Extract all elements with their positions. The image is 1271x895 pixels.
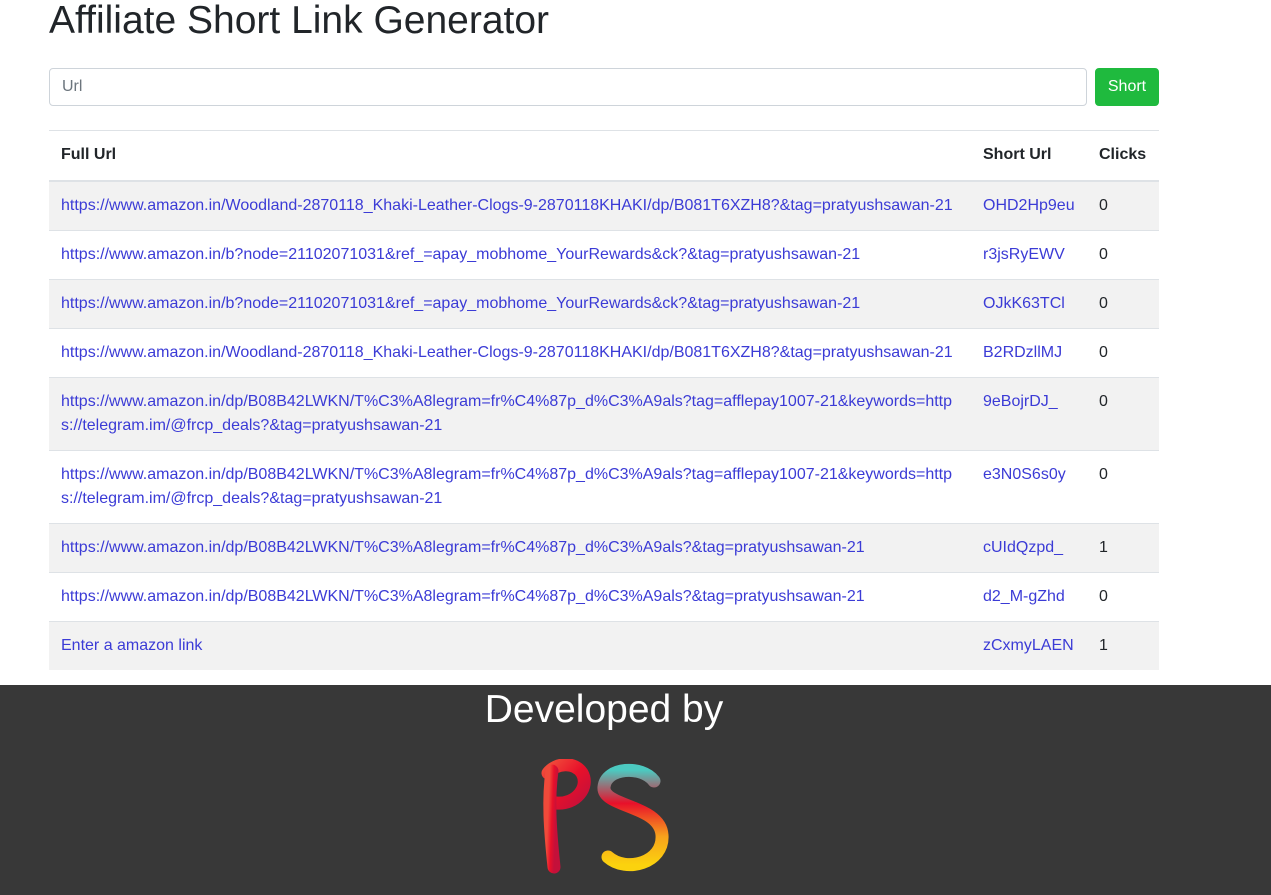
table-row: https://www.amazon.in/b?node=21102071031… [49,278,1159,328]
short-url-link[interactable]: 9eBojrDJ_ [983,393,1058,410]
clicks-count: 0 [1087,229,1159,279]
ps-logo [541,759,669,874]
header-full-url: Full Url [49,130,971,182]
full-url-link[interactable]: https://www.amazon.in/Woodland-2870118_K… [61,344,953,361]
footer: Developed by [0,685,1271,895]
short-url-link[interactable]: OJkK63TCl [983,295,1065,312]
shorten-form: Short [49,68,1159,106]
full-url-link[interactable]: Enter a amazon link [61,637,202,654]
table-row: https://www.amazon.in/b?node=21102071031… [49,229,1159,279]
full-url-link[interactable]: https://www.amazon.in/dp/B08B42LWKN/T%C3… [61,393,952,434]
short-button[interactable]: Short [1095,68,1159,106]
developed-by-text: Developed by [484,688,724,731]
table-header-row: Full Url Short Url Clicks [49,130,1159,182]
full-url-link[interactable]: https://www.amazon.in/dp/B08B42LWKN/T%C3… [61,466,952,507]
table-row: https://www.amazon.in/dp/B08B42LWKN/T%C3… [49,449,1159,523]
clicks-count: 0 [1087,327,1159,377]
clicks-count: 1 [1087,522,1159,572]
short-url-link[interactable]: r3jsRyEWV [983,246,1065,263]
full-url-link[interactable]: https://www.amazon.in/dp/B08B42LWKN/T%C3… [61,539,865,556]
header-clicks: Clicks [1087,130,1159,182]
table-row: https://www.amazon.in/Woodland-2870118_K… [49,180,1159,230]
full-url-link[interactable]: https://www.amazon.in/b?node=21102071031… [61,295,860,312]
short-url-link[interactable]: zCxmyLAEN [983,637,1074,654]
full-url-link[interactable]: https://www.amazon.in/dp/B08B42LWKN/T%C3… [61,588,865,605]
table-row: https://www.amazon.in/dp/B08B42LWKN/T%C3… [49,571,1159,621]
url-input[interactable] [49,68,1087,106]
clicks-count: 0 [1087,180,1159,230]
short-url-link[interactable]: OHD2Hp9eu [983,197,1075,214]
clicks-count: 1 [1087,620,1159,670]
table-row: https://www.amazon.in/Woodland-2870118_K… [49,327,1159,377]
header-short-url: Short Url [971,130,1087,182]
table-row: https://www.amazon.in/dp/B08B42LWKN/T%C3… [49,376,1159,450]
table-row: Enter a amazon link zCxmyLAEN 1 [49,620,1159,670]
short-url-link[interactable]: e3N0S6s0y [983,466,1066,483]
clicks-count: 0 [1087,376,1159,450]
short-url-link[interactable]: cUIdQzpd_ [983,539,1063,556]
page-title: Affiliate Short Link Generator [49,0,550,42]
links-table: Full Url Short Url Clicks https://www.am… [49,130,1159,670]
full-url-link[interactable]: https://www.amazon.in/b?node=21102071031… [61,246,860,263]
table-row: https://www.amazon.in/dp/B08B42LWKN/T%C3… [49,522,1159,572]
clicks-count: 0 [1087,278,1159,328]
links-table-body: https://www.amazon.in/Woodland-2870118_K… [49,180,1159,670]
full-url-link[interactable]: https://www.amazon.in/Woodland-2870118_K… [61,197,953,214]
short-url-link[interactable]: d2_M-gZhd [983,588,1065,605]
clicks-count: 0 [1087,449,1159,523]
clicks-count: 0 [1087,571,1159,621]
short-url-link[interactable]: B2RDzllMJ [983,344,1062,361]
